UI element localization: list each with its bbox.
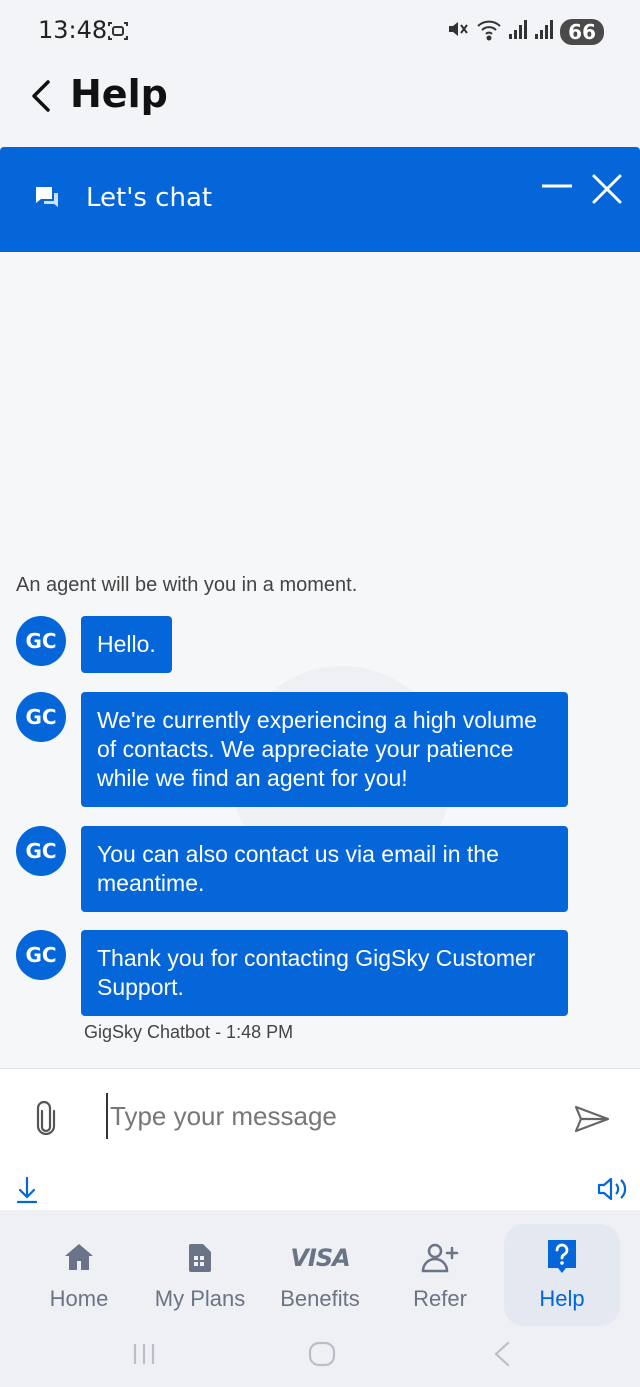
nav-item-my-plans[interactable]: My Plans: [142, 1224, 258, 1326]
chat-bubbles-icon: [34, 185, 60, 216]
message-input[interactable]: [106, 1093, 546, 1139]
visa-icon: VISA: [262, 1244, 378, 1272]
nav-item-refer[interactable]: Refer: [382, 1224, 498, 1326]
status-time: 13:48: [38, 16, 108, 44]
close-icon[interactable]: [590, 172, 624, 211]
recent-apps-icon[interactable]: [130, 1340, 158, 1373]
nav-label: Refer: [413, 1286, 467, 1311]
nav-label: My Plans: [154, 1286, 246, 1311]
home-icon: [21, 1242, 137, 1272]
avatar: GC: [16, 692, 66, 742]
message-bubble: You can also contact us via email in the…: [81, 826, 568, 912]
status-bar: 13:48 66: [0, 0, 640, 60]
message-bubble: Hello.: [81, 616, 172, 673]
bottom-navigation: Home My Plans VISA Benefits Refer Help: [0, 1210, 640, 1328]
add-user-icon: [382, 1242, 498, 1274]
agent-note: An agent will be with you in a moment.: [16, 574, 358, 596]
nav-label: Help: [539, 1286, 585, 1311]
nav-label: Home: [49, 1286, 109, 1311]
screenshot-icon: [106, 19, 130, 48]
nav-item-benefits[interactable]: VISA Benefits: [262, 1224, 378, 1326]
message-meta: GigSky Chatbot - 1:48 PM: [84, 1022, 294, 1042]
visa-icon-text: VISA: [290, 1244, 350, 1272]
message-bubble: We're currently experiencing a high volu…: [81, 692, 568, 807]
nav-item-help[interactable]: Help: [504, 1224, 620, 1326]
avatar: GC: [16, 930, 66, 980]
page-title: Help: [70, 72, 168, 116]
help-icon: [504, 1238, 620, 1276]
avatar: GC: [16, 826, 66, 876]
signal-icon: [508, 18, 528, 45]
download-icon[interactable]: [16, 1175, 38, 1210]
back-icon[interactable]: [490, 1340, 514, 1373]
message-composer: [0, 1068, 640, 1210]
status-icons: 66: [446, 17, 604, 46]
avatar: GC: [16, 616, 66, 666]
nav-label: Benefits: [280, 1286, 360, 1311]
chat-transcript: An agent will be with you in a moment. G…: [0, 252, 640, 1068]
mute-icon: [446, 17, 470, 46]
chat-title: Let's chat: [86, 183, 213, 213]
sim-card-icon: [142, 1242, 258, 1274]
send-icon[interactable]: [574, 1105, 610, 1138]
home-circle-icon[interactable]: [307, 1340, 337, 1373]
battery-badge: 66: [560, 18, 604, 45]
paperclip-icon[interactable]: [34, 1100, 58, 1140]
minimize-icon[interactable]: [540, 176, 574, 201]
nav-item-home[interactable]: Home: [21, 1224, 137, 1326]
message-bubble: Thank you for contacting GigSky Customer…: [81, 930, 568, 1016]
system-navigation: [0, 1328, 640, 1387]
signal-icon: [534, 18, 554, 45]
app-header: Help: [0, 60, 640, 146]
speaker-icon[interactable]: [596, 1175, 630, 1208]
wifi-icon: [476, 17, 502, 46]
chevron-left-icon[interactable]: [28, 78, 54, 119]
